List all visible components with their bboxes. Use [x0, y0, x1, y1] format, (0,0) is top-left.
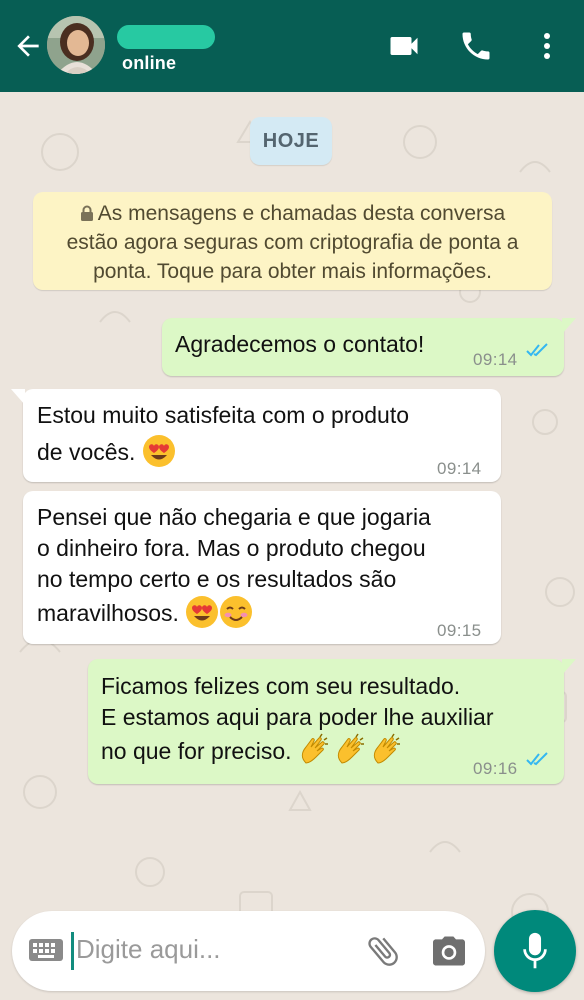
chat-screen: online HOJE As mensagens e chamadas dest…	[0, 0, 584, 1000]
notice-line-1: As mensagens e chamadas desta conversa	[97, 202, 506, 225]
contact-name-redacted[interactable]	[117, 25, 215, 49]
keyboard-icon[interactable]	[29, 939, 63, 961]
read-ticks-icon	[526, 343, 548, 357]
message-time: 09:16	[473, 759, 518, 778]
message-text-line: no tempo certo e os resultados são	[37, 566, 397, 592]
video-call-icon[interactable]	[386, 28, 422, 64]
camera-icon[interactable]	[431, 935, 467, 967]
message-bubble-outgoing[interactable]: Ficamos felizes com seu resultado. E est…	[88, 659, 576, 784]
heart-eyes-emoji-icon	[186, 596, 219, 628]
message-bubble-incoming[interactable]: Estou muito satisfeita com o produto de …	[11, 389, 501, 482]
bubble-tail	[11, 389, 25, 405]
notice-line-3: ponta. Toque para obter mais informações…	[93, 260, 492, 283]
message-bubble-outgoing[interactable]: Agradecemos o contato! 09:14	[162, 318, 576, 376]
message-time: 09:15	[437, 621, 482, 640]
text-cursor	[71, 932, 74, 970]
microphone-icon	[523, 932, 547, 969]
message-time: 09:14	[473, 350, 518, 369]
attach-icon[interactable]	[364, 931, 402, 971]
message-time: 09:14	[437, 459, 482, 478]
voice-message-button[interactable]	[494, 910, 576, 992]
date-chip: HOJE	[250, 117, 332, 165]
contact-status: online	[122, 53, 177, 73]
message-text-line: E estamos aqui para poder lhe auxiliar	[101, 704, 494, 730]
message-text-line: de vocês.	[37, 434, 176, 468]
clapping-hands-emoji-icon	[301, 733, 328, 764]
message-input[interactable]: Digite aqui...	[76, 934, 221, 965]
read-ticks-icon	[526, 752, 548, 766]
message-text-line: Pensei que não chegaria e que jogaria	[37, 504, 431, 530]
clapping-hands-emoji-icon	[337, 733, 364, 764]
message-text-line: Ficamos felizes com seu resultado.	[101, 673, 461, 699]
heart-eyes-emoji-icon	[142, 435, 175, 467]
avatar[interactable]	[47, 16, 105, 74]
message-text-line: o dinheiro fora. Mas o produto chegou	[37, 535, 426, 561]
clapping-hands-emoji-icon	[373, 733, 400, 764]
back-arrow-icon[interactable]	[12, 30, 44, 62]
message-composer[interactable]: Digite aqui...	[12, 911, 485, 991]
message-text: Agradecemos o contato!	[175, 331, 425, 357]
notice-line-2: estão agora seguras com criptografia de …	[66, 231, 519, 254]
bubble-tail	[562, 318, 576, 334]
encryption-notice[interactable]: As mensagens e chamadas desta conversa e…	[33, 192, 552, 290]
message-text-line: no que for preciso.	[101, 733, 406, 767]
phone-icon[interactable]	[458, 28, 494, 64]
chat-header: online	[0, 0, 584, 92]
message-text-line: maravilhosos.	[37, 595, 253, 629]
message-bubble-incoming[interactable]: Pensei que não chegaria e que jogaria o …	[23, 491, 501, 644]
smiling-blush-emoji-icon	[220, 596, 253, 628]
more-vert-icon[interactable]	[536, 28, 558, 64]
message-text-line: Estou muito satisfeita com o produto	[37, 402, 410, 428]
bubble-tail	[562, 659, 576, 675]
lock-icon	[80, 205, 93, 221]
